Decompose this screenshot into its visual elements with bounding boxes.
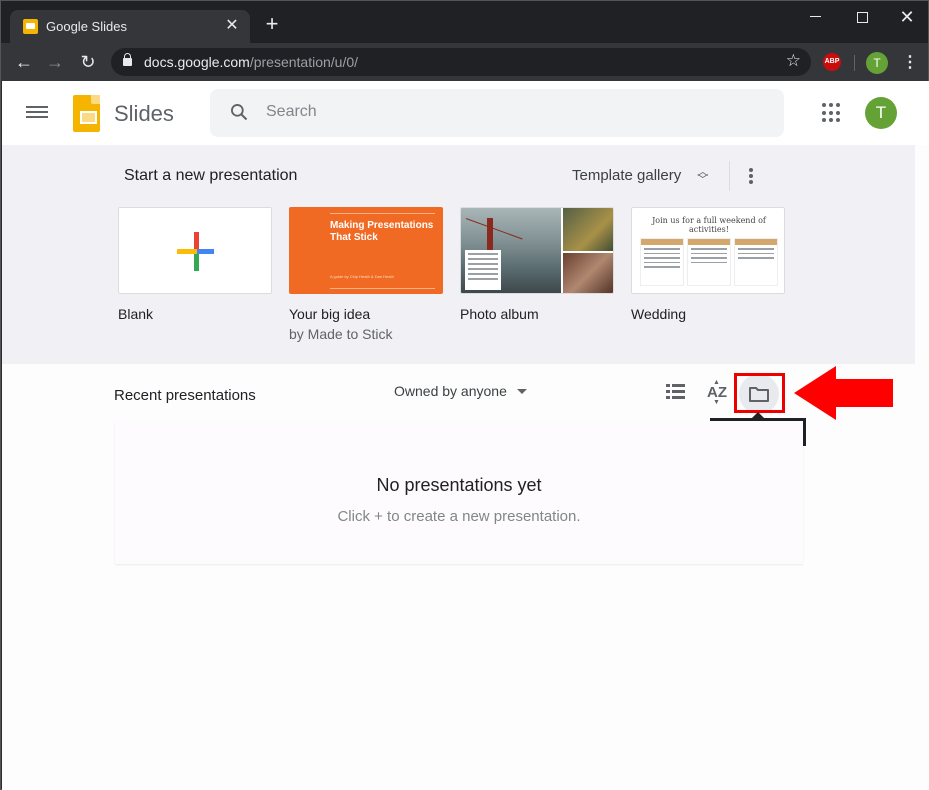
template-wedding[interactable]: Join us for a full weekend of activities…: [631, 207, 785, 322]
toolbar-divider: [854, 55, 855, 71]
slides-page: Slides T Start a new presentation Templa…: [2, 81, 929, 790]
divider: [729, 161, 730, 191]
empty-state-subtitle: Click + to create a new presentation.: [337, 508, 581, 525]
search-bar[interactable]: [210, 89, 784, 137]
dropdown-caret-icon: [516, 388, 527, 394]
thumbnail-title: Making Presentations That Stick: [330, 220, 434, 243]
template-photo-album[interactable]: Photo album: [460, 207, 614, 322]
profile-avatar[interactable]: T: [866, 52, 888, 74]
recent-presentations-heading: Recent presentations: [114, 387, 256, 404]
window-close-button[interactable]: ✕: [892, 5, 922, 29]
more-options-icon[interactable]: [744, 165, 758, 187]
tab-strip: Google Slides ✕ + ✕: [1, 1, 928, 44]
slides-logo-icon[interactable]: [73, 95, 100, 132]
list-view-icon[interactable]: [666, 384, 685, 399]
tab-title: Google Slides: [46, 19, 127, 34]
template-label: Photo album: [460, 306, 539, 322]
browser-menu-icon[interactable]: ⋮: [902, 53, 918, 73]
adblock-extension-icon[interactable]: ABP: [823, 53, 841, 71]
unfold-icon: ︿ ﹀: [697, 165, 709, 186]
main-menu-icon[interactable]: [26, 103, 48, 121]
google-apps-icon[interactable]: [822, 103, 842, 123]
table-photo: [563, 253, 613, 293]
app-name[interactable]: Slides: [114, 101, 174, 127]
template-label: Blank: [118, 306, 154, 322]
back-button[interactable]: ←: [11, 49, 37, 75]
template-label: Your big idea: [289, 306, 371, 322]
thumbnail-title: Join us for a full weekend of activities…: [652, 216, 766, 234]
app-header: Slides T: [2, 81, 929, 145]
section-heading: Start a new presentation: [124, 167, 298, 184]
flowers-photo: [563, 208, 613, 251]
account-avatar[interactable]: T: [865, 97, 897, 129]
template-author: by Made to Stick: [289, 326, 393, 342]
search-icon[interactable]: [229, 102, 249, 122]
template-thumbnail[interactable]: [118, 207, 272, 294]
address-bar[interactable]: docs.google.com/presentation/u/0/ ☆: [111, 48, 811, 76]
owner-filter-label: Owned by anyone: [394, 383, 507, 399]
reload-button[interactable]: ↻: [75, 49, 101, 75]
thumbnail-author: A guide by Chip Heath & Dan Heath: [330, 274, 394, 279]
template-gallery-toggle[interactable]: Template gallery ︿ ﹀: [572, 165, 709, 186]
url-text[interactable]: docs.google.com/presentation/u/0/: [144, 54, 358, 70]
lock-icon: [123, 53, 132, 66]
template-section: Start a new presentation Template galler…: [2, 145, 915, 364]
browser-tab[interactable]: Google Slides ✕: [10, 10, 250, 44]
slides-favicon-icon: [23, 19, 38, 34]
template-thumbnail[interactable]: Join us for a full weekend of activities…: [631, 207, 785, 294]
template-gallery-label: Template gallery: [572, 167, 682, 184]
new-tab-button[interactable]: +: [261, 13, 283, 35]
red-arrow-annotation: [794, 366, 893, 420]
minimize-button[interactable]: [800, 5, 830, 29]
forward-button[interactable]: →: [42, 49, 68, 75]
owner-filter-dropdown[interactable]: Owned by anyone: [394, 383, 527, 399]
template-thumbnail[interactable]: [460, 207, 614, 294]
template-thumbnail[interactable]: Making Presentations That Stick A guide …: [289, 207, 443, 294]
highlight-box: [734, 373, 785, 413]
url-host: docs.google.com: [144, 54, 250, 70]
bookmark-star-icon[interactable]: ☆: [786, 51, 801, 71]
empty-state-title: No presentations yet: [376, 475, 542, 495]
tab-close-icon[interactable]: ✕: [222, 16, 242, 36]
sort-az-icon[interactable]: ▲ AZ ▼: [706, 379, 728, 406]
browser-toolbar: ← → ↻ docs.google.com/presentation/u/0/ …: [1, 43, 928, 81]
url-path: /presentation/u/0/: [249, 54, 359, 70]
maximize-button[interactable]: [846, 5, 876, 29]
template-label: Wedding: [631, 306, 687, 322]
empty-state-card: No presentations yet Click + to create a…: [115, 421, 803, 564]
browser-window: Google Slides ✕ + ✕ ← → ↻ docs.google.co…: [0, 0, 929, 790]
template-blank[interactable]: Blank: [118, 207, 272, 322]
template-your-big-idea[interactable]: Making Presentations That Stick A guide …: [289, 207, 443, 342]
search-input[interactable]: [266, 103, 746, 121]
